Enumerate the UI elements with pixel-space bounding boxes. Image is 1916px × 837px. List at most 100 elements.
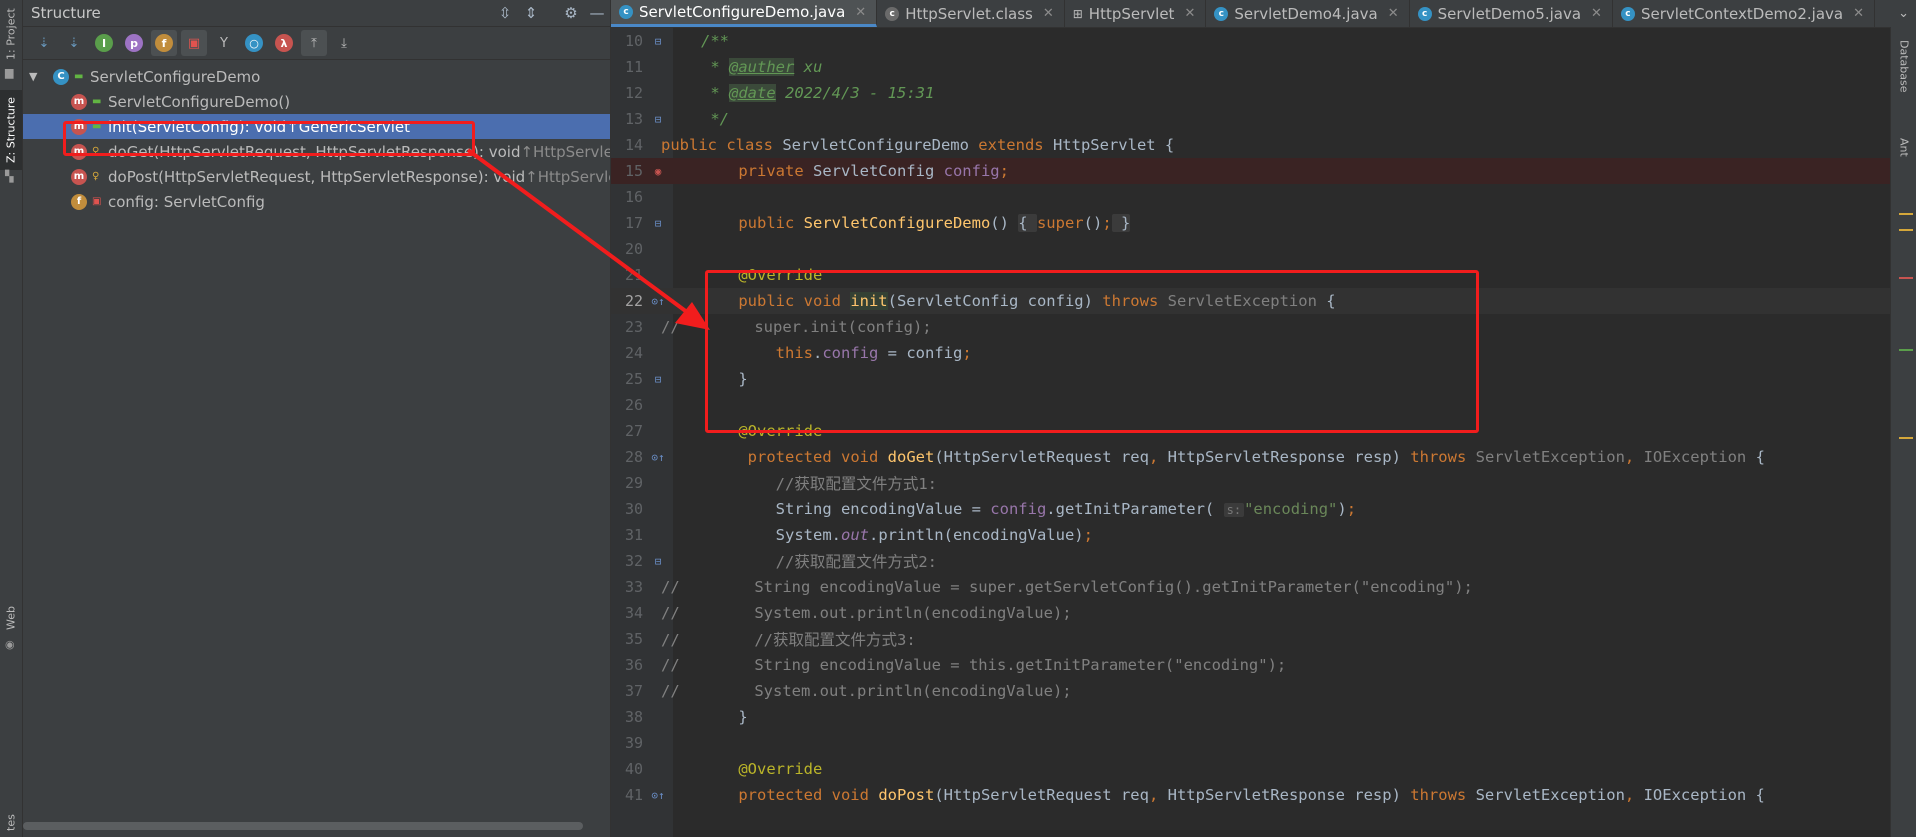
- member-label: doGet(HttpServletRequest, HttpServletRes…: [108, 142, 521, 161]
- change-marker[interactable]: [1899, 349, 1913, 351]
- warning-marker[interactable]: [1899, 437, 1913, 439]
- show-non-public-icon[interactable]: ▣: [181, 30, 207, 56]
- override-icon[interactable]: ⊙↑: [643, 789, 673, 802]
- fold-marker-icon[interactable]: ⊟: [643, 555, 673, 568]
- member-inherited-suffix: ↑HttpServlet: [520, 142, 619, 161]
- close-icon[interactable]: ✕: [855, 5, 866, 20]
- close-icon[interactable]: ✕: [1591, 6, 1602, 21]
- sort-by-type-icon[interactable]: ⇣: [31, 30, 57, 56]
- error-marker[interactable]: [1899, 277, 1913, 279]
- tree-class-node[interactable]: ▼ C ▬ ServletConfigureDemo: [23, 64, 610, 89]
- override-icon[interactable]: ⊙↑: [643, 295, 673, 308]
- public-icon: ▬: [92, 121, 102, 132]
- close-icon[interactable]: ✕: [1388, 6, 1399, 21]
- member-label: ServletConfigureDemo(): [108, 92, 291, 111]
- close-icon[interactable]: ✕: [1184, 6, 1195, 21]
- gear-icon[interactable]: ⚙: [558, 0, 584, 26]
- code-line: 28 ⊙↑ protected void doGet(HttpServletReq…: [611, 444, 1891, 470]
- warning-marker[interactable]: [1899, 229, 1913, 231]
- close-icon[interactable]: ✕: [1043, 6, 1054, 21]
- tab-servletcontextdemo2[interactable]: c ServletContextDemo2.java ✕: [1613, 0, 1875, 27]
- commented-code: String encodingValue = this.getInitParam…: [679, 656, 1287, 674]
- method-icon: m: [71, 118, 87, 135]
- hierarchy-icon: ⊞: [1072, 6, 1083, 21]
- javadoc-close: */: [701, 110, 729, 128]
- warning-marker[interactable]: [1899, 213, 1913, 215]
- hide-icon[interactable]: —: [584, 0, 610, 26]
- show-lambdas-icon[interactable]: Y: [211, 30, 237, 56]
- anonymous-classes-icon[interactable]: ○: [241, 30, 267, 56]
- tab-httpservlet-class[interactable]: c HttpServlet.class ✕: [877, 0, 1065, 27]
- code-line: 11 * @auther xu: [611, 54, 1891, 80]
- tree-member-constructor[interactable]: m ▬ ServletConfigureDemo(): [23, 89, 610, 114]
- code-line: 15 ◉ private ServletConfig config;: [611, 158, 1891, 184]
- structure-header: Structure ⇳ ⇕ ⚙ —: [23, 0, 610, 27]
- ant-tool-tab[interactable]: Ant: [1891, 127, 1916, 167]
- web-tool-tab[interactable]: Web: [0, 600, 22, 636]
- class-file-icon: c: [1214, 6, 1229, 21]
- folder-icon: ▆: [5, 66, 14, 79]
- code-line: 22 ⊙↑ public void init(ServletConfig conf…: [611, 288, 1891, 314]
- class-file-icon: c: [619, 5, 633, 19]
- class-icon: C: [53, 68, 69, 85]
- fold-marker-icon[interactable]: ⊟: [643, 217, 673, 230]
- close-icon[interactable]: ✕: [1853, 6, 1864, 21]
- code-line: 13 ⊟ */: [611, 106, 1891, 132]
- compiled-class-icon: c: [885, 6, 900, 21]
- line-number: 10: [624, 32, 643, 50]
- database-tool-tab-label: Database: [1897, 39, 1911, 93]
- code-line: 10 ⊟ /**: [611, 28, 1891, 54]
- tab-label: ServletDemo4.java: [1234, 4, 1378, 23]
- collapse-all-icon[interactable]: ⇕: [518, 0, 544, 26]
- show-properties-icon[interactable]: p: [121, 30, 147, 56]
- tab-servletdemo4[interactable]: c ServletDemo4.java ✕: [1206, 0, 1410, 27]
- show-fields-icon[interactable]: f: [151, 30, 177, 56]
- tree-member-dopost[interactable]: m ♀ doPost(HttpServletRequest, HttpServl…: [23, 164, 623, 189]
- line-number: 11: [624, 58, 643, 76]
- project-tool-tab[interactable]: 1: Project: [0, 4, 22, 64]
- expand-arrow-icon[interactable]: ▼: [29, 70, 47, 83]
- tree-member-init[interactable]: m ▬ init(ServletConfig): void ↑GenericSe…: [23, 114, 610, 139]
- override-icon[interactable]: ⊙↑: [643, 451, 673, 464]
- fold-marker-icon[interactable]: ⊟: [643, 113, 673, 126]
- code-line: 17 ⊟ public ServletConfigureDemo() { supe…: [611, 210, 1891, 236]
- structure-title: Structure: [31, 4, 101, 22]
- structure-toolbar: ⇣ ⇣ I p f ▣ Y ○ λ ⤒ ⤓: [23, 27, 610, 60]
- database-tool-tab[interactable]: Database: [1891, 31, 1916, 101]
- fold-marker-icon[interactable]: ⊟: [643, 35, 673, 48]
- tree-member-doget[interactable]: m ♀ doGet(HttpServletRequest, HttpServle…: [23, 139, 619, 164]
- line-number: 25: [624, 370, 643, 388]
- tab-servletconfiguredemo[interactable]: c ServletConfigureDemo.java ✕: [611, 0, 878, 27]
- fold-marker-icon[interactable]: ⊟: [643, 373, 673, 386]
- code-line: 26: [611, 392, 1891, 418]
- autoscroll-to-source-icon[interactable]: ⤒: [301, 30, 327, 56]
- lambda-icon[interactable]: λ: [271, 30, 297, 56]
- chevron-down-icon[interactable]: ⌄: [1898, 0, 1909, 27]
- tree-member-config[interactable]: f ▣ config: ServletConfig: [23, 189, 610, 214]
- tab-servletdemo5[interactable]: c ServletDemo5.java ✕: [1410, 0, 1613, 27]
- autoscroll-from-source-icon[interactable]: ⤓: [331, 30, 357, 56]
- code-editor[interactable]: 10 ⊟/** 11 * @auther xu 12 * @date 2022/4…: [611, 27, 1891, 837]
- private-lock-icon: ▣: [92, 196, 102, 207]
- javadoc-date-tag: @date: [729, 84, 776, 102]
- expand-all-icon[interactable]: ⇳: [492, 0, 518, 26]
- scrollbar-thumb[interactable]: [23, 822, 583, 830]
- bottom-tool-tab[interactable]: tes: [0, 810, 22, 836]
- line-number: 13: [624, 110, 643, 128]
- line-number: 24: [624, 344, 643, 362]
- tab-httpservlet-hierarchy[interactable]: ⊞ HttpServlet ✕: [1065, 0, 1207, 27]
- line-comment: //获取配置文件方式1:: [775, 475, 937, 493]
- show-inherited-icon[interactable]: I: [91, 30, 117, 56]
- breakpoint-icon[interactable]: ◉: [643, 165, 673, 178]
- line-number: 32: [624, 552, 643, 570]
- bottom-tool-tab-label: tes: [4, 814, 18, 832]
- line-number: 20: [624, 240, 643, 258]
- commented-code: super.init(config);: [679, 318, 932, 336]
- class-name-label: ServletConfigureDemo: [90, 67, 261, 86]
- structure-horizontal-scrollbar[interactable]: [23, 821, 610, 831]
- structure-tool-tab[interactable]: Z: Structure: [0, 90, 22, 170]
- sort-alphabetically-icon[interactable]: ⇣: [61, 30, 87, 56]
- ant-tool-tab-label: Ant: [1897, 137, 1911, 157]
- line-number: 15: [624, 162, 643, 180]
- member-inherited-suffix: ↑HttpServlet: [525, 167, 624, 186]
